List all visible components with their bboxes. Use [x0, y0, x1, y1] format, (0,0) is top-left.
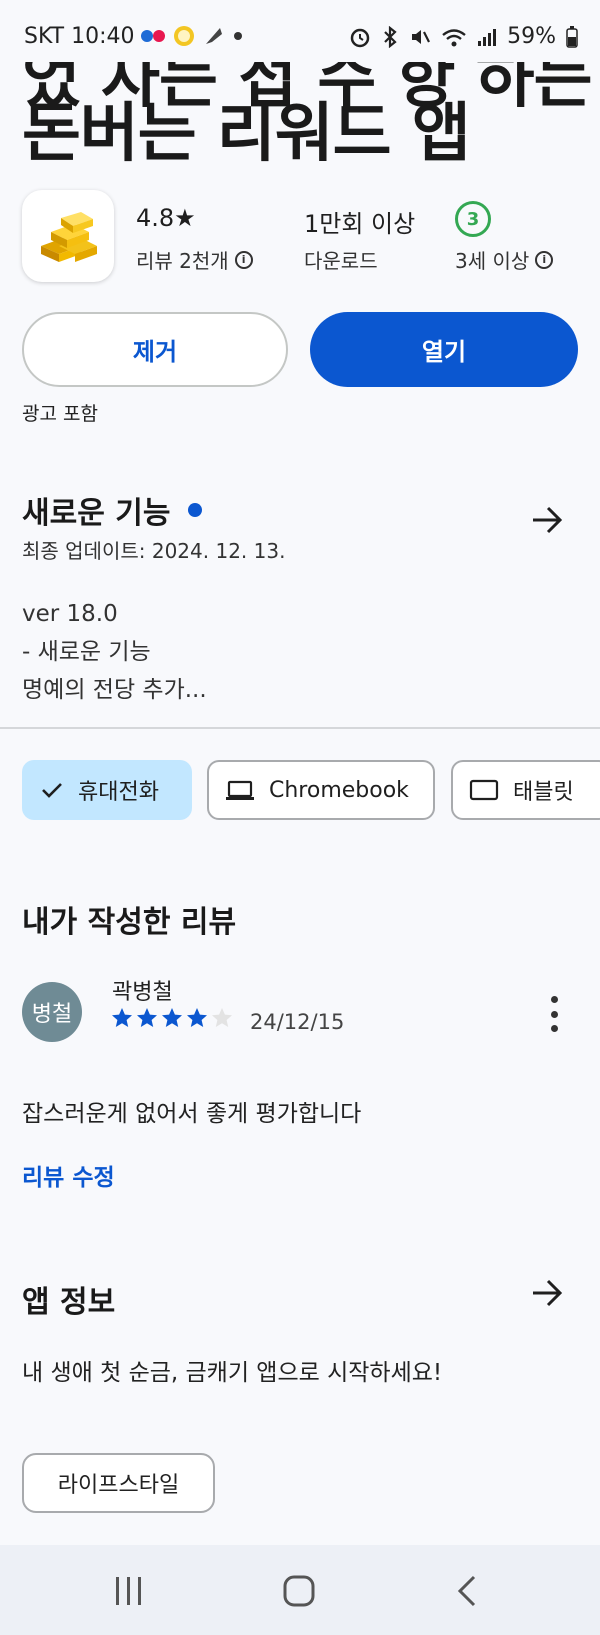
review-stars	[110, 1006, 234, 1030]
uninstall-button[interactable]: 제거	[22, 312, 288, 387]
device-chip-tablet[interactable]: 태블릿	[451, 760, 600, 820]
alarm-icon	[350, 28, 370, 47]
feather-app-icon	[206, 28, 222, 44]
avatar: 병철	[22, 982, 82, 1042]
star-filled-icon	[137, 1008, 157, 1027]
device-chip-label: 휴대전화	[78, 780, 159, 805]
star-filled-icon	[162, 1008, 182, 1027]
gold-bars-icon	[41, 212, 97, 262]
dot	[550, 1025, 558, 1032]
tablet-icon	[469, 779, 499, 801]
release-note-line: ver 18.0	[22, 601, 118, 627]
whats-new-header[interactable]: 새로운 기능	[22, 488, 203, 532]
edit-review-link[interactable]: 리뷰 수정	[22, 1158, 115, 1192]
review-count-label: 리뷰 2천개	[136, 249, 229, 273]
my-review-title: 내가 작성한 리뷰	[22, 905, 237, 940]
new-indicator-dot	[188, 503, 203, 517]
contains-ads-label: 광고 포함	[22, 403, 98, 425]
more-options-icon[interactable]	[548, 996, 560, 1032]
mute-icon	[412, 29, 431, 44]
release-notes: ver 18.0 - 새로운 기능 명예의 전당 추가...	[22, 595, 207, 709]
dot	[550, 996, 558, 1003]
bluetooth-icon	[384, 25, 397, 48]
last-updated: 최종 업데이트: 2024. 12. 13.	[22, 539, 286, 563]
status-time: SKT 10:40	[24, 24, 135, 49]
app-info-title[interactable]: 앱 정보	[22, 1277, 115, 1321]
app-info-arrow-icon[interactable]	[530, 1276, 564, 1310]
whats-new-title: 새로운 기능	[22, 496, 171, 531]
system-nav-bar	[0, 1545, 600, 1635]
notification-icons	[140, 24, 244, 48]
star-filled-icon	[187, 1008, 207, 1027]
section-divider	[0, 727, 600, 729]
downloads-label: 다운로드	[304, 249, 378, 273]
check-icon	[42, 783, 62, 798]
app-icon	[22, 190, 114, 282]
battery-percent: 59%	[507, 24, 556, 49]
laptop-icon	[226, 780, 254, 800]
rating-value: 4.8★	[136, 204, 196, 232]
downloads-value: 1만회 이상	[304, 210, 416, 238]
age-rating-label: 3세 이상	[455, 249, 530, 273]
release-note-line: - 새로운 기능	[22, 639, 151, 665]
category-chip[interactable]: 라이프스타일	[22, 1453, 215, 1513]
system-status: 59%	[349, 24, 578, 49]
signal-icon	[478, 28, 497, 46]
battery-icon	[566, 25, 578, 48]
whats-new-arrow-icon[interactable]	[530, 503, 564, 537]
home-icon[interactable]	[283, 1575, 315, 1607]
app-description: 내 생애 첫 순금, 금캐기 앱으로 시작하세요!	[22, 1360, 443, 1386]
review-text: 잡스러운게 없어서 좋게 평가합니다	[22, 1101, 362, 1127]
review-date: 24/12/15	[250, 1010, 345, 1034]
age-rating-badge: 3	[455, 201, 491, 237]
open-button[interactable]: 열기	[310, 312, 578, 387]
recent-apps-icon[interactable]	[114, 1575, 144, 1607]
release-note-line: 명예의 전당 추가...	[22, 677, 207, 703]
flickr-icon	[141, 30, 165, 42]
star-empty-icon	[212, 1008, 232, 1027]
review-count[interactable]: 리뷰 2천개 i	[136, 245, 253, 274]
info-icon: i	[535, 250, 554, 269]
dot	[550, 1010, 558, 1018]
more-notifications-icon	[234, 32, 242, 40]
back-icon[interactable]	[455, 1575, 479, 1607]
star-filled-icon	[112, 1008, 132, 1027]
device-chip-label: Chromebook	[269, 777, 409, 803]
device-chip-chromebook[interactable]: Chromebook	[207, 760, 435, 820]
wifi-icon	[442, 28, 466, 46]
device-chip-label: 태블릿	[513, 780, 574, 805]
device-chip-phone[interactable]: 휴대전화	[22, 760, 192, 820]
reviewer-name: 곽병철	[112, 980, 173, 1005]
age-rating[interactable]: 3세 이상 i	[455, 245, 554, 274]
info-icon: i	[234, 250, 253, 269]
app-title: 돈버는 리워드 앱	[22, 97, 471, 171]
sun-app-icon	[174, 26, 194, 46]
